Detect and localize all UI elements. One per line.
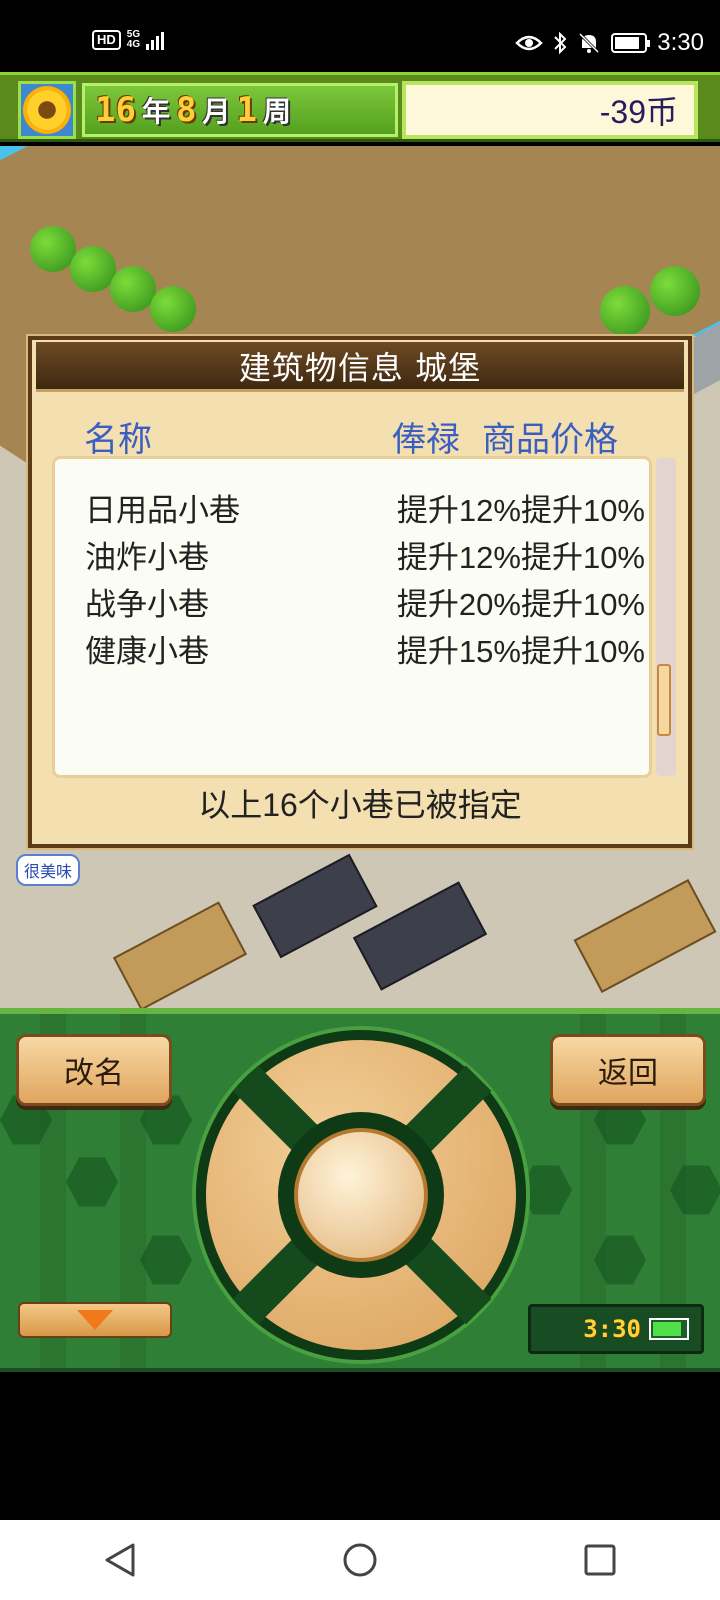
game-top-bar: 16 年 8 月 1 周 -39币 — [0, 72, 720, 142]
tree — [30, 226, 76, 272]
hex-pattern — [66, 1157, 118, 1207]
alley-effect: 提升12%提升10% — [396, 540, 645, 575]
bluetooth-icon — [554, 31, 567, 55]
column-header-name: 名称 — [84, 420, 152, 460]
network-indicators: HD 5G 4G — [92, 30, 165, 50]
year-value: 16 — [95, 90, 136, 130]
date-display: 16 年 8 月 1 周 — [82, 83, 398, 137]
column-header-price: 商品价格 — [482, 420, 618, 460]
scrollbar-thumb[interactable] — [657, 664, 671, 737]
triangle-back-icon — [105, 1543, 135, 1577]
list-item[interactable]: 日用品小巷 提升12%提升10% — [85, 485, 645, 528]
dialog-footer: 以上16个小巷已被指定 — [198, 787, 522, 823]
tree — [70, 246, 116, 292]
game-clock-time: 3:30 — [583, 1315, 641, 1343]
dialog-title: 建筑物信息 城堡 — [36, 342, 684, 392]
week-value: 1 — [236, 90, 257, 130]
year-unit: 年 — [141, 95, 170, 128]
pad-center-button[interactable] — [294, 1128, 428, 1262]
screen: { "status_bar": { "hd": "HD", "network":… — [0, 0, 720, 1600]
recents-nav-button[interactable] — [570, 1530, 630, 1590]
signal-icon — [146, 30, 165, 50]
status-icons: 3:30 — [515, 26, 704, 60]
battery-icon — [649, 1318, 689, 1340]
hd-badge: HD — [92, 30, 121, 50]
collapse-button[interactable] — [18, 1302, 172, 1338]
direction-pad[interactable] — [196, 1030, 526, 1360]
building-info-dialog: 建筑物信息 城堡 名称 俸禄 商品价格 日用品小巷 提升12%提升10% 油炸小… — [28, 336, 692, 848]
circle-home-icon — [343, 1543, 377, 1577]
alley-effect: 提升12%提升10% — [396, 493, 645, 528]
list-item[interactable]: 油炸小巷 提升12%提升10% — [85, 532, 645, 575]
alley-name: 油炸小巷 — [85, 540, 209, 575]
status-time: 3:30 — [657, 29, 704, 56]
hex-pattern — [520, 1165, 572, 1215]
hex-pattern — [140, 1235, 192, 1285]
tree — [600, 286, 650, 336]
alley-name: 日用品小巷 — [85, 493, 240, 528]
square-recents-icon — [584, 1544, 616, 1576]
control-panel: 改名 返回 3:30 — [0, 1008, 720, 1372]
house-roof — [573, 878, 717, 994]
sunflower-icon[interactable] — [18, 81, 76, 139]
month-value: 8 — [175, 90, 197, 130]
eye-icon — [515, 35, 544, 51]
alley-list[interactable]: 日用品小巷 提升12%提升10% 油炸小巷 提升12%提升10% 战争小巷 提升… — [52, 456, 652, 778]
tree — [150, 286, 196, 332]
tree — [650, 266, 700, 316]
speech-bubble: 很美味 — [16, 854, 81, 886]
house-roof — [112, 901, 248, 1010]
alley-effect: 提升15%提升10% — [396, 634, 645, 669]
navigation-bar — [0, 1520, 720, 1600]
rename-button[interactable]: 改名 — [16, 1034, 172, 1106]
list-item[interactable]: 战争小巷 提升20%提升10% — [85, 579, 645, 622]
back-nav-button[interactable] — [90, 1530, 150, 1590]
bell-mute-icon — [579, 32, 600, 54]
alley-name: 健康小巷 — [85, 634, 209, 669]
network-type: 5G 4G — [127, 30, 140, 50]
column-header-salary: 俸禄 — [392, 420, 460, 460]
alley-effect: 提升20%提升10% — [396, 587, 645, 622]
week-unit: 周 — [262, 95, 291, 128]
home-nav-button[interactable] — [330, 1530, 390, 1590]
alley-name: 战争小巷 — [85, 587, 209, 622]
list-scrollbar[interactable] — [656, 458, 676, 776]
month-unit: 月 — [202, 95, 231, 128]
tree — [110, 266, 156, 312]
game-clock: 3:30 — [528, 1304, 704, 1354]
network-sub-label: 4G — [126, 39, 141, 50]
money-display: -39币 — [402, 81, 698, 139]
battery-icon — [611, 33, 651, 53]
list-item[interactable]: 健康小巷 提升15%提升10% — [85, 626, 645, 669]
back-button[interactable]: 返回 — [550, 1034, 706, 1106]
down-arrow-icon — [77, 1310, 113, 1330]
